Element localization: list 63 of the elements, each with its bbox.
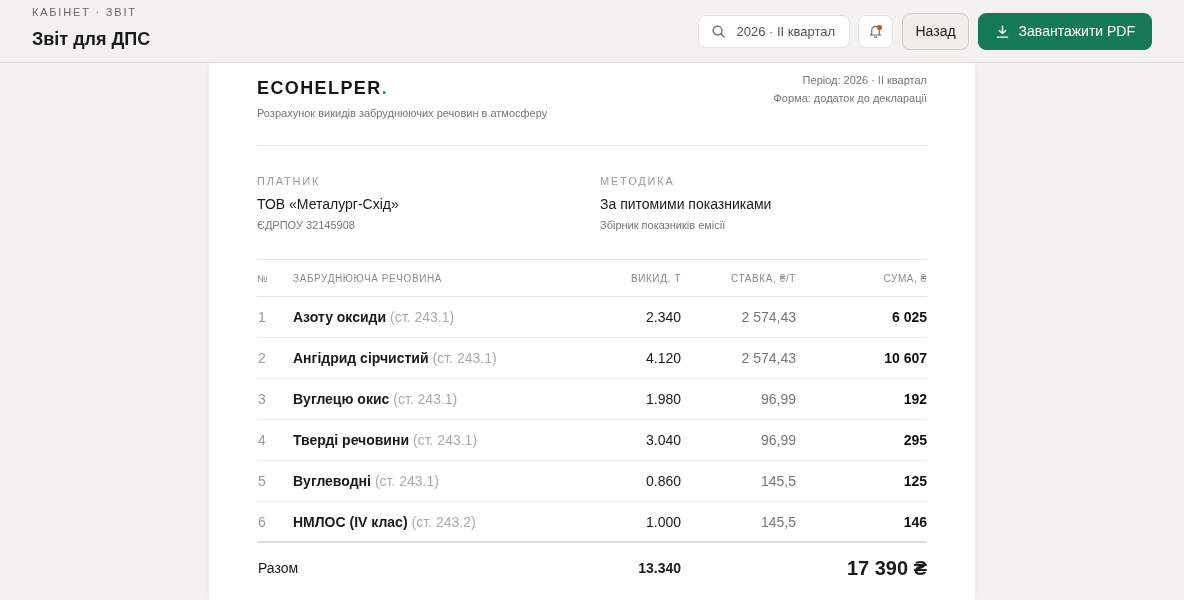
article-reference: (ст. 243.1)	[413, 432, 478, 448]
substance-name: Азоту оксиди	[293, 309, 387, 325]
sum-cell: 146	[903, 513, 927, 530]
column-header: СТАВКА, ₴/Т	[730, 272, 796, 284]
sum-cell: 192	[903, 391, 927, 407]
column-header: ВИКИД, Т	[630, 272, 681, 284]
column-header: СУМА, ₴	[883, 272, 927, 284]
article-reference: (ст. 243.2)	[411, 513, 476, 530]
total-label: Разом	[257, 560, 299, 576]
rate-cell: 2 574,43	[741, 350, 796, 366]
section-note: ЄДРПОУ 32145908	[257, 218, 355, 232]
section-note: Збірник показників емісії	[600, 218, 726, 232]
page-title: Звіт для ДПС	[32, 27, 151, 50]
rate-cell: 145,5	[760, 513, 796, 530]
column-header: ЗАБРУДНЮЮЧА РЕЧОВИНА	[293, 272, 444, 284]
total-sum: 17 390 ₴	[846, 556, 927, 580]
notifications-button[interactable]	[858, 14, 894, 48]
substance-name: Вуглеводні	[293, 473, 371, 489]
sum-cell: 6 025	[891, 309, 927, 325]
column-header: №	[257, 272, 270, 284]
row-number: 1	[257, 309, 267, 325]
row-number: 6	[257, 513, 267, 530]
substance-name: Вуглецю окис	[293, 391, 390, 407]
logo: ECOHELPER.	[257, 77, 389, 100]
row-number: 2	[257, 350, 267, 366]
section-value: ТОВ «Металург-Схід»	[257, 195, 399, 214]
total-emission: 13.340	[638, 560, 681, 576]
rate-cell: 96,99	[760, 432, 796, 448]
section-value: За питомими показниками	[600, 195, 772, 214]
sum-cell: 295	[903, 432, 927, 448]
back-button[interactable]: Назад	[902, 12, 969, 50]
rate-cell: 96,99	[760, 391, 796, 407]
substance-name: НМЛОС (IV клас)	[293, 513, 408, 530]
row-number: 4	[257, 432, 267, 448]
period-search-field[interactable]: 2026 · II квартал	[698, 14, 851, 48]
sum-cell: 125	[903, 473, 927, 489]
document-subtitle: Розрахунок викидів забруднюючих речовин в атмосферу	[257, 106, 548, 121]
article-reference: (ст. 243.1)	[374, 473, 439, 489]
emission-cell: 0.860	[645, 473, 681, 489]
substance-name: Тверді речовини	[293, 432, 410, 448]
search-icon	[712, 24, 726, 38]
emission-cell: 3.040	[645, 432, 681, 448]
download-pdf-button[interactable]: Завантажити PDF	[977, 12, 1152, 50]
article-reference: (ст. 243.1)	[390, 309, 455, 325]
document-meta: Форма: додаток до декларації	[773, 91, 927, 106]
rate-cell: 2 574,43	[741, 309, 796, 325]
document-meta: Період: 2026 · II квартал	[802, 73, 927, 88]
breadcrumb: КАБІНЕТ · ЗВІТ	[32, 4, 137, 19]
bell-icon	[869, 24, 883, 38]
row-number: 3	[257, 391, 267, 407]
download-icon	[995, 24, 1009, 38]
sum-cell: 10 607	[884, 350, 927, 366]
emission-cell: 4.120	[645, 350, 681, 366]
rate-cell: 145,5	[760, 473, 796, 489]
row-number: 5	[257, 473, 267, 489]
emission-cell: 2.340	[645, 309, 681, 325]
substance-name: Ангідрид сірчистий	[293, 350, 429, 366]
section-label: ПЛАТНИК	[257, 174, 321, 188]
article-reference: (ст. 243.1)	[432, 350, 497, 366]
article-reference: (ст. 243.1)	[393, 391, 458, 407]
emission-cell: 1.980	[645, 391, 681, 407]
emission-cell: 1.000	[645, 513, 681, 530]
section-label: МЕТОДИКА	[600, 174, 675, 188]
